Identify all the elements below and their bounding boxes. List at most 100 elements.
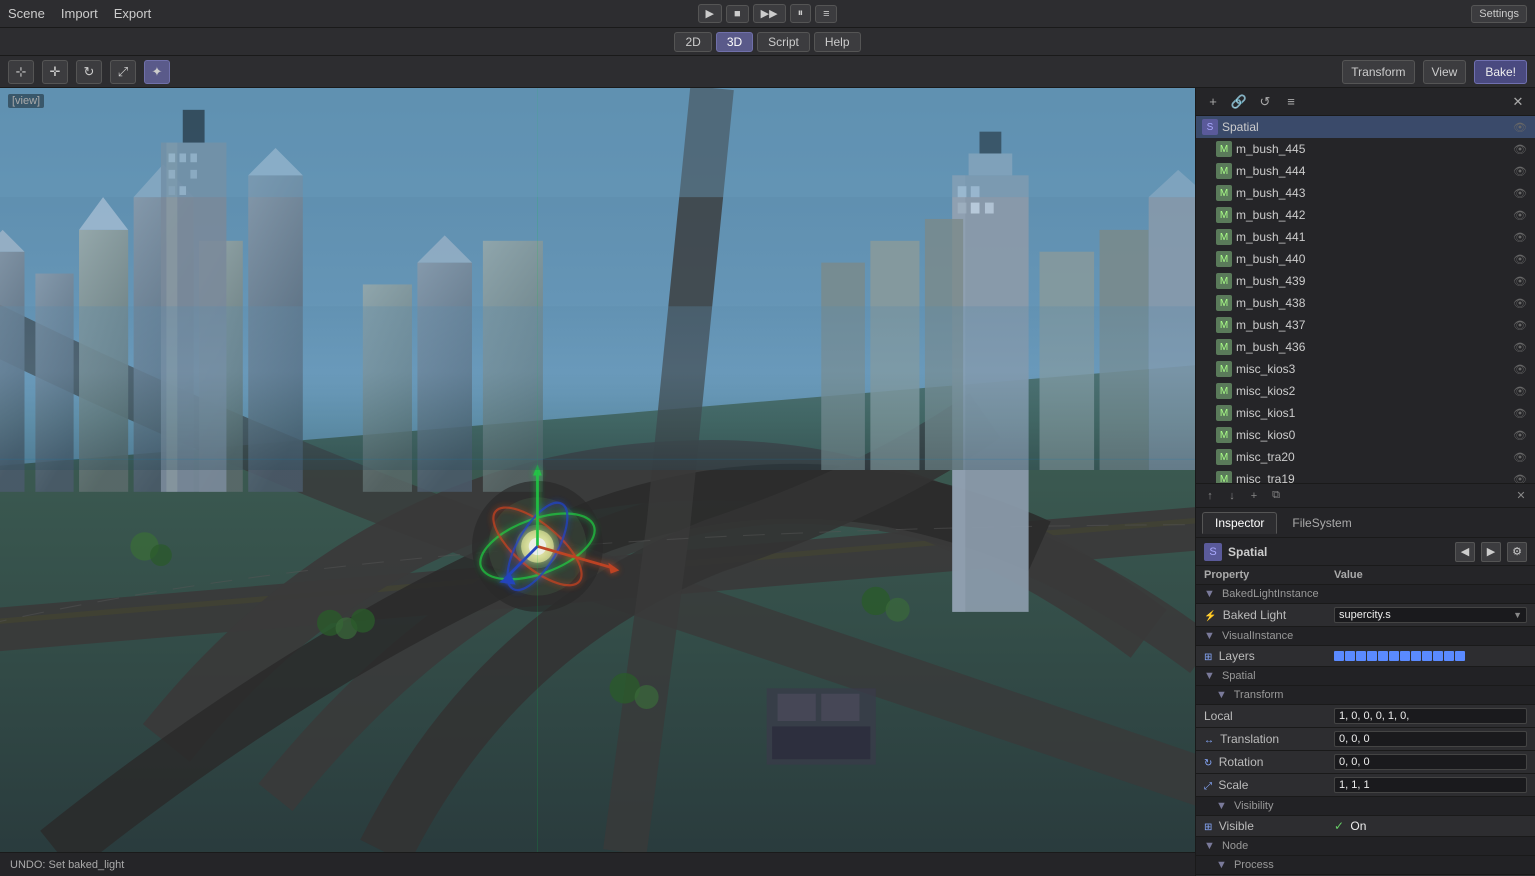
eye-icon-4[interactable]: 👁 (1511, 228, 1529, 246)
step-button[interactable]: ▶▶ (753, 4, 786, 23)
eye-icon-2[interactable]: 👁 (1511, 184, 1529, 202)
tree-item-0[interactable]: M m_bush_445 👁 (1196, 138, 1535, 160)
eye-icon-13[interactable]: 👁 (1511, 426, 1529, 444)
baked-light-dropdown[interactable]: supercity.s ▼ (1334, 607, 1527, 623)
tab-help[interactable]: Help (814, 32, 861, 52)
tab-script[interactable]: Script (757, 32, 810, 52)
section-visual-instance[interactable]: ▼ VisualInstance (1196, 627, 1535, 646)
transform-tool[interactable]: ✦ (144, 60, 170, 84)
eye-icon-15[interactable]: 👁 (1511, 470, 1529, 483)
tree-item-spatial-root[interactable]: S Spatial 👁 (1196, 116, 1535, 138)
eye-icon-6[interactable]: 👁 (1511, 272, 1529, 290)
scene-tree-refresh[interactable]: ↺ (1254, 91, 1276, 113)
section-label-process[interactable]: ▼ Process (1196, 856, 1535, 875)
tree-item-3[interactable]: M m_bush_442 👁 (1196, 204, 1535, 226)
tree-item-2[interactable]: M m_bush_443 👁 (1196, 182, 1535, 204)
section-label-visibility[interactable]: ▼ Visibility (1196, 797, 1535, 816)
prop-value-translation[interactable]: 0, 0, 0 (1326, 728, 1535, 751)
layer-bit-2[interactable] (1356, 651, 1366, 661)
eye-icon-1[interactable]: 👁 (1511, 162, 1529, 180)
bake-button[interactable]: Bake! (1474, 60, 1527, 84)
layer-bit-4[interactable] (1378, 651, 1388, 661)
section-baked-light-instance[interactable]: ▼ BakedLightInstance (1196, 585, 1535, 604)
tree-add-btn[interactable]: + (1244, 486, 1264, 506)
eye-icon-14[interactable]: 👁 (1511, 448, 1529, 466)
view-dropdown[interactable]: View (1423, 60, 1467, 84)
tree-duplicate-btn[interactable]: ⧉ (1266, 486, 1286, 506)
prop-value-baked-light[interactable]: supercity.s ▼ (1326, 604, 1535, 627)
tree-item-11[interactable]: M misc_kios2 👁 (1196, 380, 1535, 402)
tree-item-1[interactable]: M m_bush_444 👁 (1196, 160, 1535, 182)
prop-transform-local[interactable]: Local 1, 0, 0, 0, 1, 0, (1196, 705, 1535, 728)
tree-down-btn[interactable]: ↓ (1222, 486, 1242, 506)
layer-bit-9[interactable] (1433, 651, 1443, 661)
section-label-visual[interactable]: ▼ VisualInstance (1196, 627, 1535, 646)
section-transform[interactable]: ▼ Transform (1196, 686, 1535, 705)
eye-icon-9[interactable]: 👁 (1511, 338, 1529, 356)
layer-bit-6[interactable] (1400, 651, 1410, 661)
eye-icon-root[interactable]: 👁 (1511, 118, 1529, 136)
layer-bit-8[interactable] (1422, 651, 1432, 661)
tree-item-15[interactable]: M misc_tra19 👁 (1196, 468, 1535, 483)
translation-value-box[interactable]: 0, 0, 0 (1334, 731, 1527, 747)
tab-filesystem[interactable]: FileSystem (1279, 512, 1364, 534)
rotate-tool[interactable]: ↻ (76, 60, 102, 84)
layer-bit-0[interactable] (1334, 651, 1344, 661)
scene-tree-add[interactable]: + (1202, 91, 1224, 113)
section-label-transform[interactable]: ▼ Transform (1196, 686, 1535, 705)
section-label-spatial[interactable]: ▼ Spatial (1196, 667, 1535, 686)
select-tool[interactable]: ⊹ (8, 60, 34, 84)
section-label-node[interactable]: ▼ Node (1196, 837, 1535, 856)
prop-rotation[interactable]: ↻ Rotation 0, 0, 0 (1196, 751, 1535, 774)
section-spatial[interactable]: ▼ Spatial (1196, 667, 1535, 686)
eye-icon-11[interactable]: 👁 (1511, 382, 1529, 400)
tree-item-7[interactable]: M m_bush_438 👁 (1196, 292, 1535, 314)
layer-bit-1[interactable] (1345, 651, 1355, 661)
scene-tree-filter[interactable]: ≡ (1280, 91, 1302, 113)
stop-button[interactable]: ■ (726, 5, 749, 23)
tree-item-6[interactable]: M m_bush_439 👁 (1196, 270, 1535, 292)
eye-icon-8[interactable]: 👁 (1511, 316, 1529, 334)
tree-item-12[interactable]: M misc_kios1 👁 (1196, 402, 1535, 424)
menu-export[interactable]: Export (114, 6, 152, 21)
tree-item-9[interactable]: M m_bush_436 👁 (1196, 336, 1535, 358)
section-label-baked[interactable]: ▼ BakedLightInstance (1196, 585, 1535, 604)
eye-icon-7[interactable]: 👁 (1511, 294, 1529, 312)
scene-tree-link[interactable]: 🔗 (1228, 91, 1250, 113)
transform-dropdown[interactable]: Transform (1342, 60, 1414, 84)
prop-value-scale[interactable]: 1, 1, 1 (1326, 774, 1535, 797)
eye-icon-3[interactable]: 👁 (1511, 206, 1529, 224)
prop-value-rotation[interactable]: 0, 0, 0 (1326, 751, 1535, 774)
tree-item-4[interactable]: M m_bush_441 👁 (1196, 226, 1535, 248)
layer-bit-11[interactable] (1455, 651, 1465, 661)
menu-scene[interactable]: Scene (8, 6, 45, 21)
prop-baked-light[interactable]: ⚡ Baked Light supercity.s ▼ (1196, 604, 1535, 627)
scale-tool[interactable]: ⤢ (110, 60, 136, 84)
inspector-more[interactable]: ⚙ (1507, 542, 1527, 562)
tab-inspector[interactable]: Inspector (1202, 512, 1277, 534)
settings-button[interactable]: Settings (1471, 5, 1527, 23)
layer-bit-10[interactable] (1444, 651, 1454, 661)
layer-bit-5[interactable] (1389, 651, 1399, 661)
rotation-value-box[interactable]: 0, 0, 0 (1334, 754, 1527, 770)
prop-scale[interactable]: ⤢ Scale 1, 1, 1 (1196, 774, 1535, 797)
play-button[interactable]: ▶ (698, 4, 722, 23)
scene-tree-items[interactable]: S Spatial 👁 M m_bush_445 👁 M m_bush_444 … (1196, 116, 1535, 483)
eye-icon-10[interactable]: 👁 (1511, 360, 1529, 378)
section-visibility[interactable]: ▼ Visibility (1196, 797, 1535, 816)
tree-item-10[interactable]: M misc_kios3 👁 (1196, 358, 1535, 380)
inspector-prev[interactable]: ◀ (1455, 542, 1475, 562)
scene-tree-close[interactable]: ✕ (1507, 91, 1529, 113)
eye-icon-0[interactable]: 👁 (1511, 140, 1529, 158)
more-button[interactable]: ≡ (815, 5, 837, 23)
prop-value-local[interactable]: 1, 0, 0, 0, 1, 0, (1326, 705, 1535, 728)
3d-viewport[interactable]: [view] (0, 88, 1195, 852)
prop-value-visible[interactable]: ✓ On (1326, 816, 1535, 837)
layer-bit-3[interactable] (1367, 651, 1377, 661)
eye-icon-5[interactable]: 👁 (1511, 250, 1529, 268)
tree-item-5[interactable]: M m_bush_440 👁 (1196, 248, 1535, 270)
prop-layers[interactable]: ⊞ Layers (1196, 646, 1535, 667)
section-process[interactable]: ▼ Process (1196, 856, 1535, 875)
eye-icon-12[interactable]: 👁 (1511, 404, 1529, 422)
tree-close-btn[interactable]: ✕ (1511, 486, 1531, 506)
